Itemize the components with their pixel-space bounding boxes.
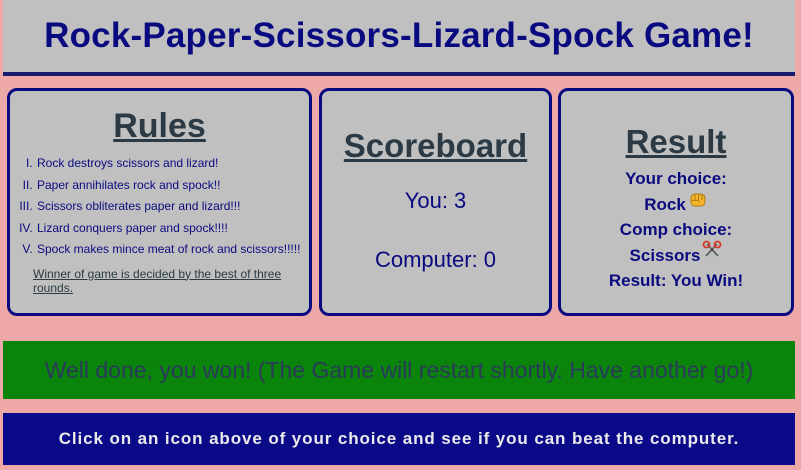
scoreboard-panel: Scoreboard You: 3 Computer: 0 [319, 88, 552, 316]
comp-choice-label: Comp choice: [619, 220, 733, 239]
instructions-bar: Click on an icon above of your choice an… [3, 413, 795, 465]
result-title: Result [625, 123, 727, 160]
player-score: You: 3 [404, 188, 467, 213]
rule-item: Spock makes mince meat of rock and sciss… [36, 239, 309, 261]
comp-choice-value: Scissors [629, 245, 701, 265]
result-details: Your choice: Rock Comp choice: Scissors [561, 166, 791, 294]
scissors-icon [702, 240, 722, 268]
your-choice-label: Your choice: [625, 169, 727, 188]
computer-score: Computer: 0 [374, 247, 497, 272]
rule-item: Scissors obliterates paper and lizard!!! [36, 196, 309, 218]
game-header: Rock-Paper-Scissors-Lizard-Spock Game! [3, 0, 795, 76]
rule-item: Paper annihilates rock and spock!! [36, 175, 309, 197]
rules-title: Rules [113, 107, 206, 145]
your-choice-value: Rock [644, 194, 686, 214]
fist-icon [688, 189, 708, 217]
comp-choice: Scissors [561, 240, 791, 269]
winner-note: Winner of game is decided by the best of… [33, 266, 282, 295]
rules-panel: Rules Rock destroys scissors and lizard!… [7, 88, 312, 316]
rule-item: Lizard conquers paper and spock!!!! [36, 218, 309, 240]
scoreboard-title: Scoreboard [343, 127, 528, 164]
result-panel: Result Your choice: Rock Comp choice: Sc… [558, 88, 794, 316]
your-choice: Rock [561, 192, 791, 218]
rules-list: Rock destroys scissors and lizard! Paper… [10, 153, 309, 261]
page-title: Rock-Paper-Scissors-Lizard-Spock Game! [44, 16, 754, 55]
rule-item: Rock destroys scissors and lizard! [36, 153, 309, 175]
win-message: Well done, you won! (The Game will resta… [44, 356, 754, 383]
win-banner: Well done, you won! (The Game will resta… [3, 341, 795, 399]
game-outcome: Result: You Win! [608, 271, 744, 290]
instructions-text: Click on an icon above of your choice an… [58, 429, 740, 448]
